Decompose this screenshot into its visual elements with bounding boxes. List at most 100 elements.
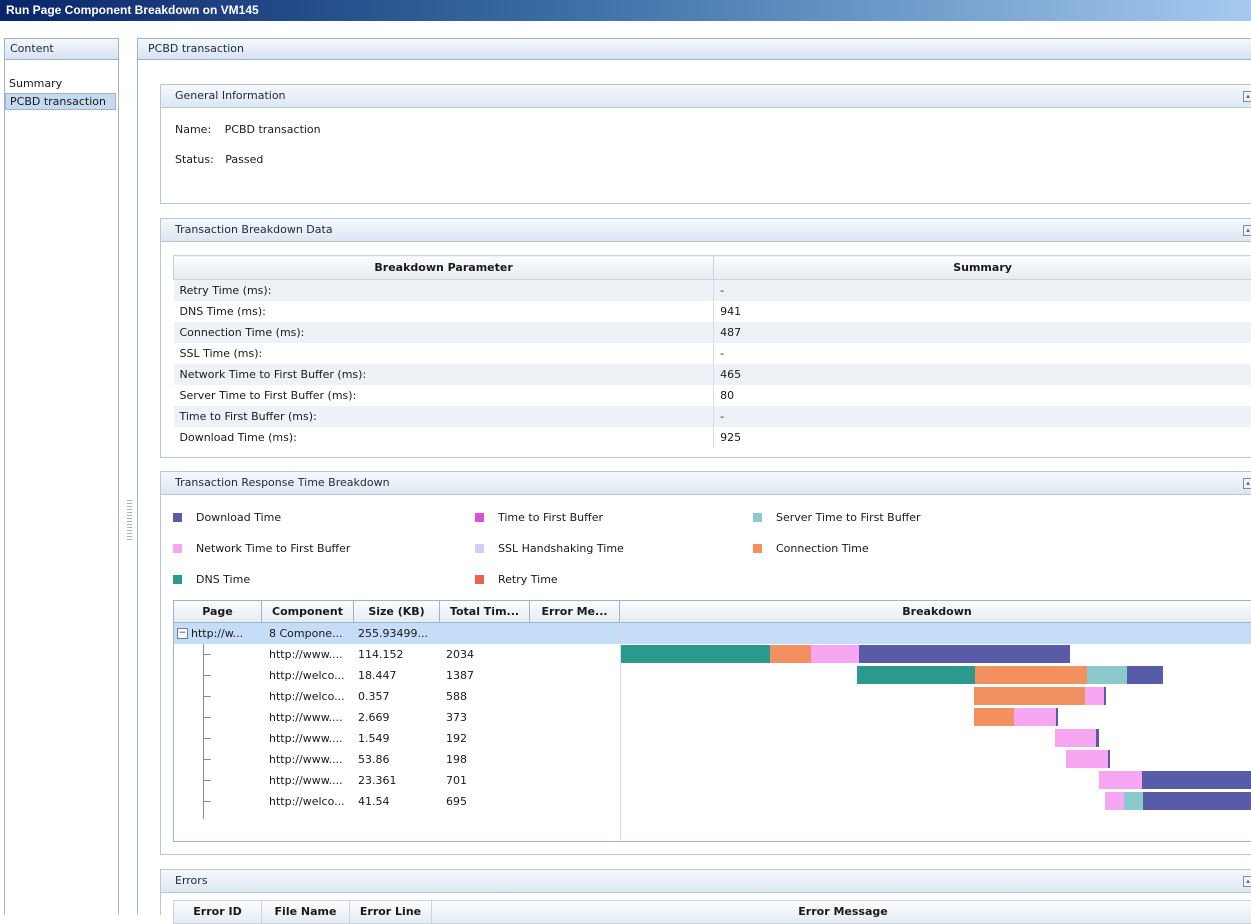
value-cell: 80 [714,385,1251,406]
table-row-parent[interactable]: − http://w... 8 Compone... 255.93499... [174,623,1251,644]
breakdown-bar-segment[interactable] [811,645,859,663]
breakdown-bar-segment[interactable] [1087,666,1126,684]
table-row[interactable]: http://www....2.669373 [174,707,1251,728]
column-header-breakdown[interactable]: Breakdown [620,601,1251,622]
name-label: Name: [175,123,211,136]
breakdown-bar-segment[interactable] [1014,708,1056,726]
total-time-cell: 588 [446,686,526,707]
grid-header: Page Component Size (KB) Total Tim... Er… [174,601,1251,623]
size-cell: 2.669 [358,707,438,728]
tree-branch-line [203,801,211,802]
collapse-icon[interactable]: ▴ [1243,478,1251,489]
breakdown-bar-segment[interactable] [1127,666,1164,684]
table-row[interactable]: http://www....23.361701 [174,770,1251,791]
breakdown-bar-segment[interactable] [1099,771,1142,789]
size-cell: 53.86 [358,749,438,770]
nav-item-pcbd-transaction[interactable]: PCBD transaction [5,93,116,110]
table-row[interactable]: http://welco...0.357588 [174,686,1251,707]
table-row[interactable]: http://www....1.549 192 [174,728,1251,749]
column-header-error-id[interactable]: Error ID [174,901,262,923]
breakdown-bar-segment[interactable] [1056,708,1059,726]
legend-swatch [475,513,484,522]
tree-branch-line [203,696,211,697]
tree-branch-line [203,759,211,760]
name-value: PCBD transaction [225,123,321,136]
breakdown-bar-segment[interactable] [974,687,1085,705]
breakdown-bar-segment[interactable] [1066,750,1108,768]
collapse-icon[interactable]: ▴ [1243,91,1251,102]
legend-swatch [475,544,484,553]
column-header-page[interactable]: Page [174,601,262,622]
breakdown-bar-segment[interactable] [621,645,770,663]
breakdown-bar-segment[interactable] [1105,792,1124,810]
nav-item-summary[interactable]: Summary [5,76,118,91]
breakdown-bar-segment[interactable] [1143,792,1251,810]
column-header-file-name[interactable]: File Name [262,901,350,923]
errors-table-header: Error ID File Name Error Line Error Mess… [173,900,1251,924]
collapse-icon[interactable]: ▴ [1243,876,1251,887]
collapse-icon[interactable]: ▴ [1243,225,1251,236]
size-cell: 114.152 [358,644,438,665]
legend-label: Network Time to First Buffer [196,542,350,555]
column-header-breakdown-parameter[interactable]: Breakdown Parameter [174,256,714,280]
column-header-error-line[interactable]: Error Line [350,901,432,923]
legend-item-time-to-first-buffer: Time to First Buffer [475,511,603,525]
breakdown-bar-segment[interactable] [859,645,1070,663]
value-cell: - [714,406,1251,427]
response-time-breakdown-title: Transaction Response Time Breakdown [175,476,390,489]
legend-item-retry-time: Retry Time [475,573,558,587]
total-time-cell: 701 [446,770,526,791]
table-row[interactable]: http://welco...18.4471387 [174,665,1251,686]
tree-collapse-icon[interactable]: − [177,628,188,639]
parameter-cell: Retry Time (ms): [174,280,714,302]
breakdown-bar-segment[interactable] [770,645,810,663]
breakdown-bar-segment[interactable] [1142,771,1251,789]
table-row[interactable]: http://www....114.1522034 [174,644,1251,665]
parameter-cell: Connection Time (ms): [174,322,714,343]
column-header-size[interactable]: Size (KB) [354,601,440,622]
status-label: Status: [175,153,214,166]
breakdown-bar-segment[interactable] [857,666,975,684]
legend-item-ssl-handshaking-time: SSL Handshaking Time [475,542,624,556]
component-cell: http://welco... [269,686,353,707]
breakdown-bar-segment[interactable] [1108,750,1111,768]
component-cell: http://www.... [269,728,353,749]
legend-item-connection-time: Connection Time [753,542,869,556]
legend-swatch [753,513,762,522]
breakdown-bar-segment[interactable] [1096,729,1099,747]
page-cell: http://w... [191,623,261,644]
breakdown-bar-segment[interactable] [975,666,1087,684]
size-cell: 1.549 [358,728,438,749]
total-time-cell: 2034 [446,644,526,665]
breakdown-bar-segment[interactable] [974,708,1014,726]
column-header-error-message[interactable]: Error Message [432,901,1251,923]
legend-swatch [173,544,182,553]
table-row: Network Time to First Buffer (ms):465 [174,364,1251,385]
legend-swatch [173,513,182,522]
breakdown-bar-segment[interactable] [1055,729,1097,747]
content-nav-pane: Content Summary PCBD transaction [4,38,119,914]
breakdown-bar-segment[interactable] [1104,687,1107,705]
pane-splitter-handle[interactable] [127,500,132,540]
tree-branch-line [203,675,211,676]
tree-branch-line [203,780,211,781]
column-header-summary[interactable]: Summary [714,256,1251,280]
column-header-error-message[interactable]: Error Me... [530,601,620,622]
table-row[interactable]: http://www....53.86198 [174,749,1251,770]
component-cell: 8 Compone... [269,623,353,644]
total-time-cell: 192 [446,728,526,749]
legend-item-dns-time: DNS Time [173,573,250,587]
content-nav-header: Content [5,39,118,60]
breakdown-bar-segment[interactable] [1085,687,1104,705]
size-cell: 23.361 [358,770,438,791]
size-cell: 41.54 [358,791,438,812]
breakdown-bar-segment[interactable] [1124,792,1143,810]
column-header-component[interactable]: Component [262,601,354,622]
total-time-cell: 373 [446,707,526,728]
legend-swatch [753,544,762,553]
value-cell: - [714,280,1251,302]
legend-label: SSL Handshaking Time [498,542,624,555]
column-header-total-time[interactable]: Total Tim... [440,601,530,622]
table-row[interactable]: http://welco...41.54695 [174,791,1251,812]
value-cell: - [714,343,1251,364]
